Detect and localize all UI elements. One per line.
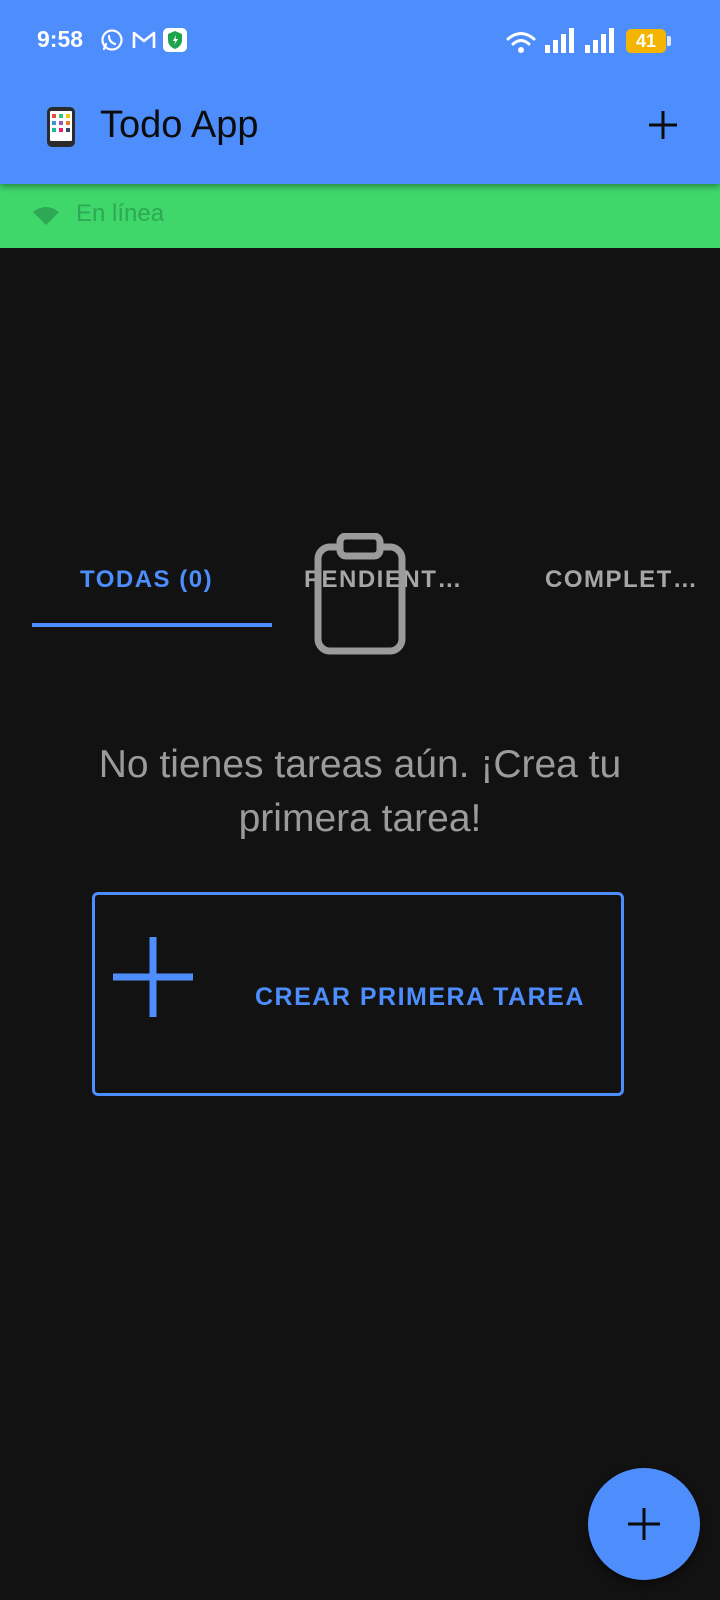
signal-icon bbox=[545, 28, 574, 53]
empty-state-message: No tienes tareas aún. ¡Crea tu primera t… bbox=[98, 743, 622, 840]
tab-completed[interactable]: COMPLET… bbox=[545, 566, 698, 594]
add-icon bbox=[113, 937, 193, 1017]
signal-icon bbox=[585, 28, 614, 53]
whatsapp-icon bbox=[101, 29, 123, 51]
status-bar: 9:58 41 bbox=[0, 0, 720, 84]
gmail-icon bbox=[132, 31, 156, 48]
battery-level: 41 bbox=[635, 31, 657, 51]
create-first-task-button[interactable]: CREAR PRIMERA TAREA bbox=[92, 892, 624, 1096]
wifi-icon bbox=[33, 207, 59, 225]
connection-status-text: En línea bbox=[76, 200, 165, 227]
tab-active-indicator bbox=[32, 623, 272, 627]
status-time: 9:58 bbox=[37, 26, 84, 52]
create-first-task-label: CREAR PRIMERA TAREA bbox=[255, 983, 585, 1011]
clipboard-icon bbox=[314, 533, 406, 655]
battery-icon: 41 bbox=[626, 29, 666, 53]
mobile-phone-emoji bbox=[47, 107, 75, 147]
add-icon[interactable] bbox=[648, 110, 678, 140]
filter-tabs: TODAS (0) PENDIENT… COMPLET… bbox=[0, 248, 720, 627]
add-task-fab[interactable] bbox=[588, 1468, 700, 1580]
page-title: Todo App bbox=[100, 104, 259, 146]
tab-all[interactable]: TODAS (0) bbox=[80, 566, 213, 594]
battery-cap bbox=[667, 36, 671, 46]
add-icon bbox=[628, 1508, 660, 1540]
security-shield-icon bbox=[163, 28, 187, 52]
wifi-icon bbox=[506, 32, 536, 53]
app-header: 9:58 41 Todo App bbox=[0, 0, 720, 184]
